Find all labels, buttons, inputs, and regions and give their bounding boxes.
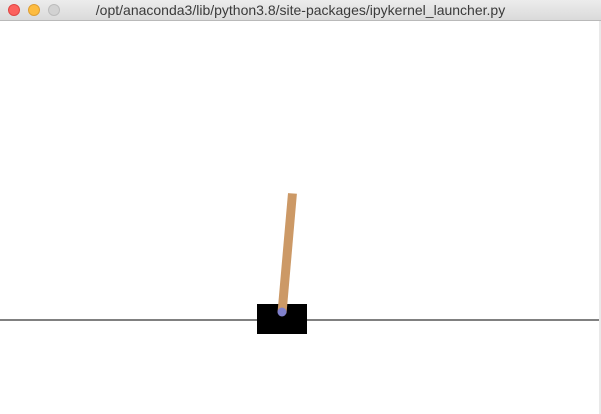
app-window: /opt/anaconda3/lib/python3.8/site-packag… [0,0,601,414]
window-title: /opt/anaconda3/lib/python3.8/site-packag… [95,2,506,18]
pole [277,193,297,314]
render-canvas [0,21,601,414]
axle [277,307,287,317]
cartpole-scene [0,193,601,334]
title-bar[interactable]: /opt/anaconda3/lib/python3.8/site-packag… [0,0,601,21]
